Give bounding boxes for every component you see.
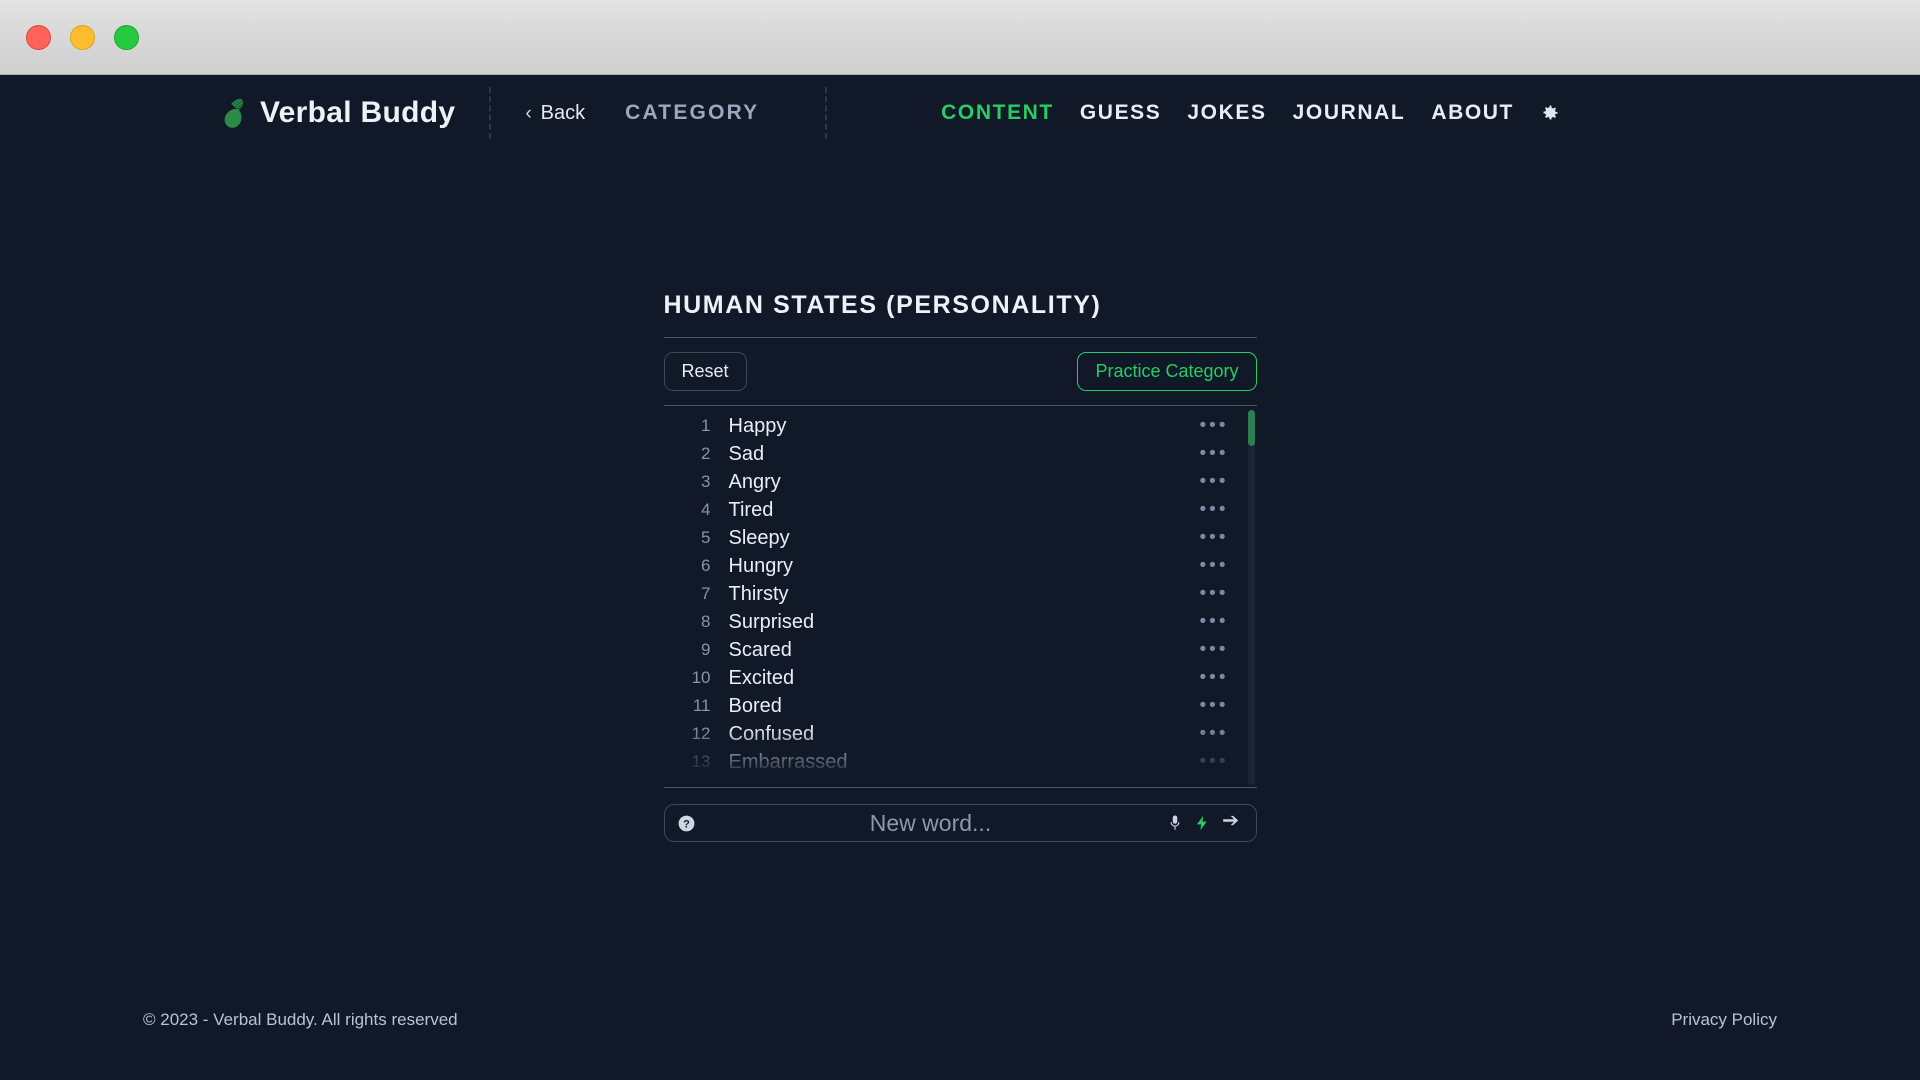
help-circle-icon[interactable]: ?: [677, 814, 696, 833]
word-row-label: Excited: [728, 666, 795, 689]
main-content: HUMAN STATES (PERSONALITY) Reset Practic…: [0, 151, 1920, 842]
nav-item-about[interactable]: ABOUT: [1431, 101, 1514, 125]
word-row-menu-icon[interactable]: •••: [1200, 724, 1229, 744]
nav-item-content[interactable]: CONTENT: [941, 101, 1054, 125]
word-row[interactable]: 3 Angry •••: [664, 468, 1257, 496]
word-list-scrollbar[interactable]: [1247, 410, 1255, 785]
window-titlebar: [0, 0, 1920, 75]
category-toolbar: Reset Practice Category: [663, 338, 1257, 405]
word-row-menu-icon[interactable]: •••: [1200, 416, 1229, 436]
traffic-lights: [26, 24, 139, 50]
word-row-label: Surprised: [728, 610, 815, 633]
word-row[interactable]: 10 Excited •••: [664, 664, 1257, 692]
scrollbar-thumb[interactable]: [1247, 410, 1255, 446]
nav-item-guess[interactable]: GUESS: [1080, 101, 1162, 125]
word-row-label: Sleepy: [728, 526, 790, 549]
lightning-bolt-icon[interactable]: [1194, 813, 1211, 833]
app-root: Verbal Buddy ‹ Back CATEGORY CONTENT GUE…: [0, 75, 1920, 1080]
word-row-index: 2: [701, 444, 711, 463]
word-row-index: 14: [677, 780, 711, 787]
word-row-menu-icon[interactable]: •••: [1200, 696, 1229, 716]
word-row-label: Embarrassed: [728, 750, 848, 773]
brand-name: Verbal Buddy: [260, 96, 456, 129]
word-row-label: Proud: [729, 779, 782, 788]
send-arrow-icon[interactable]: [1221, 813, 1242, 833]
nav-item-journal[interactable]: JOURNAL: [1293, 101, 1406, 125]
back-button-label: Back: [540, 101, 586, 124]
word-row-menu-icon[interactable]: •••: [1200, 472, 1229, 492]
word-row[interactable]: 9 Scared •••: [664, 636, 1257, 664]
word-row[interactable]: 14 Proud •••: [664, 776, 1257, 788]
word-row[interactable]: 8 Surprised •••: [664, 608, 1257, 636]
back-button[interactable]: ‹ Back: [525, 102, 585, 125]
word-row-index: 8: [701, 612, 711, 631]
word-row-menu-icon[interactable]: •••: [1200, 612, 1229, 632]
reset-button[interactable]: Reset: [663, 352, 747, 391]
new-word-input[interactable]: [705, 809, 1156, 837]
category-panel: HUMAN STATES (PERSONALITY) Reset Practic…: [663, 291, 1257, 842]
header-divider-left: [489, 87, 492, 139]
chevron-left-icon: ‹: [525, 102, 532, 124]
word-row-menu-icon[interactable]: •••: [1200, 668, 1229, 688]
word-row-label: Hungry: [728, 554, 793, 577]
footer: © 2023 - Verbal Buddy. All rights reserv…: [0, 960, 1920, 1080]
brand-logo[interactable]: Verbal Buddy: [222, 96, 455, 130]
word-row-label: Thirsty: [728, 582, 789, 605]
maximize-window-button[interactable]: [114, 24, 139, 50]
header-navbar: Verbal Buddy ‹ Back CATEGORY CONTENT GUE…: [0, 75, 1920, 151]
breadcrumb: CATEGORY: [625, 101, 760, 124]
word-row-menu-icon[interactable]: •••: [1200, 500, 1229, 520]
word-row[interactable]: 4 Tired •••: [664, 496, 1257, 524]
word-list-container: 1 Happy ••• 2 Sad ••• 3 Angry ••• 4 Tired ••• 5 Sleep…: [663, 405, 1257, 788]
word-row-index: 5: [701, 528, 711, 547]
word-row-menu-icon[interactable]: •••: [1200, 780, 1229, 787]
word-row-index: 10: [691, 668, 711, 687]
word-row[interactable]: 5 Sleepy •••: [664, 524, 1257, 552]
nav-item-jokes[interactable]: JOKES: [1187, 101, 1266, 125]
word-row[interactable]: 1 Happy •••: [664, 412, 1257, 440]
word-row-menu-icon[interactable]: •••: [1200, 528, 1229, 548]
practice-category-button[interactable]: Practice Category: [1077, 352, 1257, 391]
word-row-menu-icon[interactable]: •••: [1200, 640, 1229, 660]
microphone-icon[interactable]: [1166, 813, 1184, 833]
word-row-menu-icon[interactable]: •••: [1200, 556, 1229, 576]
word-row-index: 3: [701, 472, 711, 491]
word-row-label: Happy: [728, 414, 787, 437]
word-row[interactable]: 11 Bored •••: [664, 692, 1257, 720]
copyright-text: © 2023 - Verbal Buddy. All rights reserv…: [143, 1010, 458, 1029]
gear-icon[interactable]: [1540, 103, 1560, 123]
word-row-index: 9: [701, 640, 711, 659]
word-row-index: 12: [691, 724, 711, 743]
word-row-index: 1: [701, 416, 711, 435]
minimize-window-button[interactable]: [70, 24, 95, 50]
word-row-label: Bored: [728, 694, 782, 717]
close-window-button[interactable]: [26, 24, 51, 50]
page-title: HUMAN STATES (PERSONALITY): [663, 291, 1102, 319]
word-row[interactable]: 13 Embarrassed •••: [664, 748, 1257, 776]
word-row-label: Tired: [728, 498, 774, 521]
word-row-index: 4: [701, 500, 711, 519]
acorn-icon: [224, 98, 244, 128]
word-row-index: 11: [692, 696, 711, 715]
svg-text:?: ?: [683, 818, 690, 830]
word-row-label: Scared: [728, 638, 792, 661]
word-row[interactable]: 12 Confused •••: [664, 720, 1257, 748]
primary-nav: CONTENT GUESS JOKES JOURNAL ABOUT: [941, 101, 1890, 125]
word-row-menu-icon[interactable]: •••: [1200, 584, 1229, 604]
word-row[interactable]: 7 Thirsty •••: [664, 580, 1257, 608]
word-row-menu-icon[interactable]: •••: [1200, 444, 1229, 464]
word-row-label: Angry: [728, 470, 781, 493]
privacy-policy-link[interactable]: Privacy Policy: [1671, 1010, 1777, 1030]
new-word-composer: ?: [663, 804, 1257, 842]
word-row-index: 7: [701, 584, 711, 603]
word-row-label: Confused: [728, 722, 815, 745]
word-row-index: 13: [691, 752, 711, 771]
word-row-menu-icon[interactable]: •••: [1200, 752, 1229, 772]
header-divider-right: [825, 87, 828, 139]
word-row-label: Sad: [728, 442, 765, 465]
word-row[interactable]: 2 Sad •••: [664, 440, 1257, 468]
word-row[interactable]: 6 Hungry •••: [664, 552, 1257, 580]
word-list: 1 Happy ••• 2 Sad ••• 3 Angry ••• 4 Tired ••• 5 Sleep…: [664, 406, 1257, 788]
word-row-index: 6: [701, 556, 711, 575]
